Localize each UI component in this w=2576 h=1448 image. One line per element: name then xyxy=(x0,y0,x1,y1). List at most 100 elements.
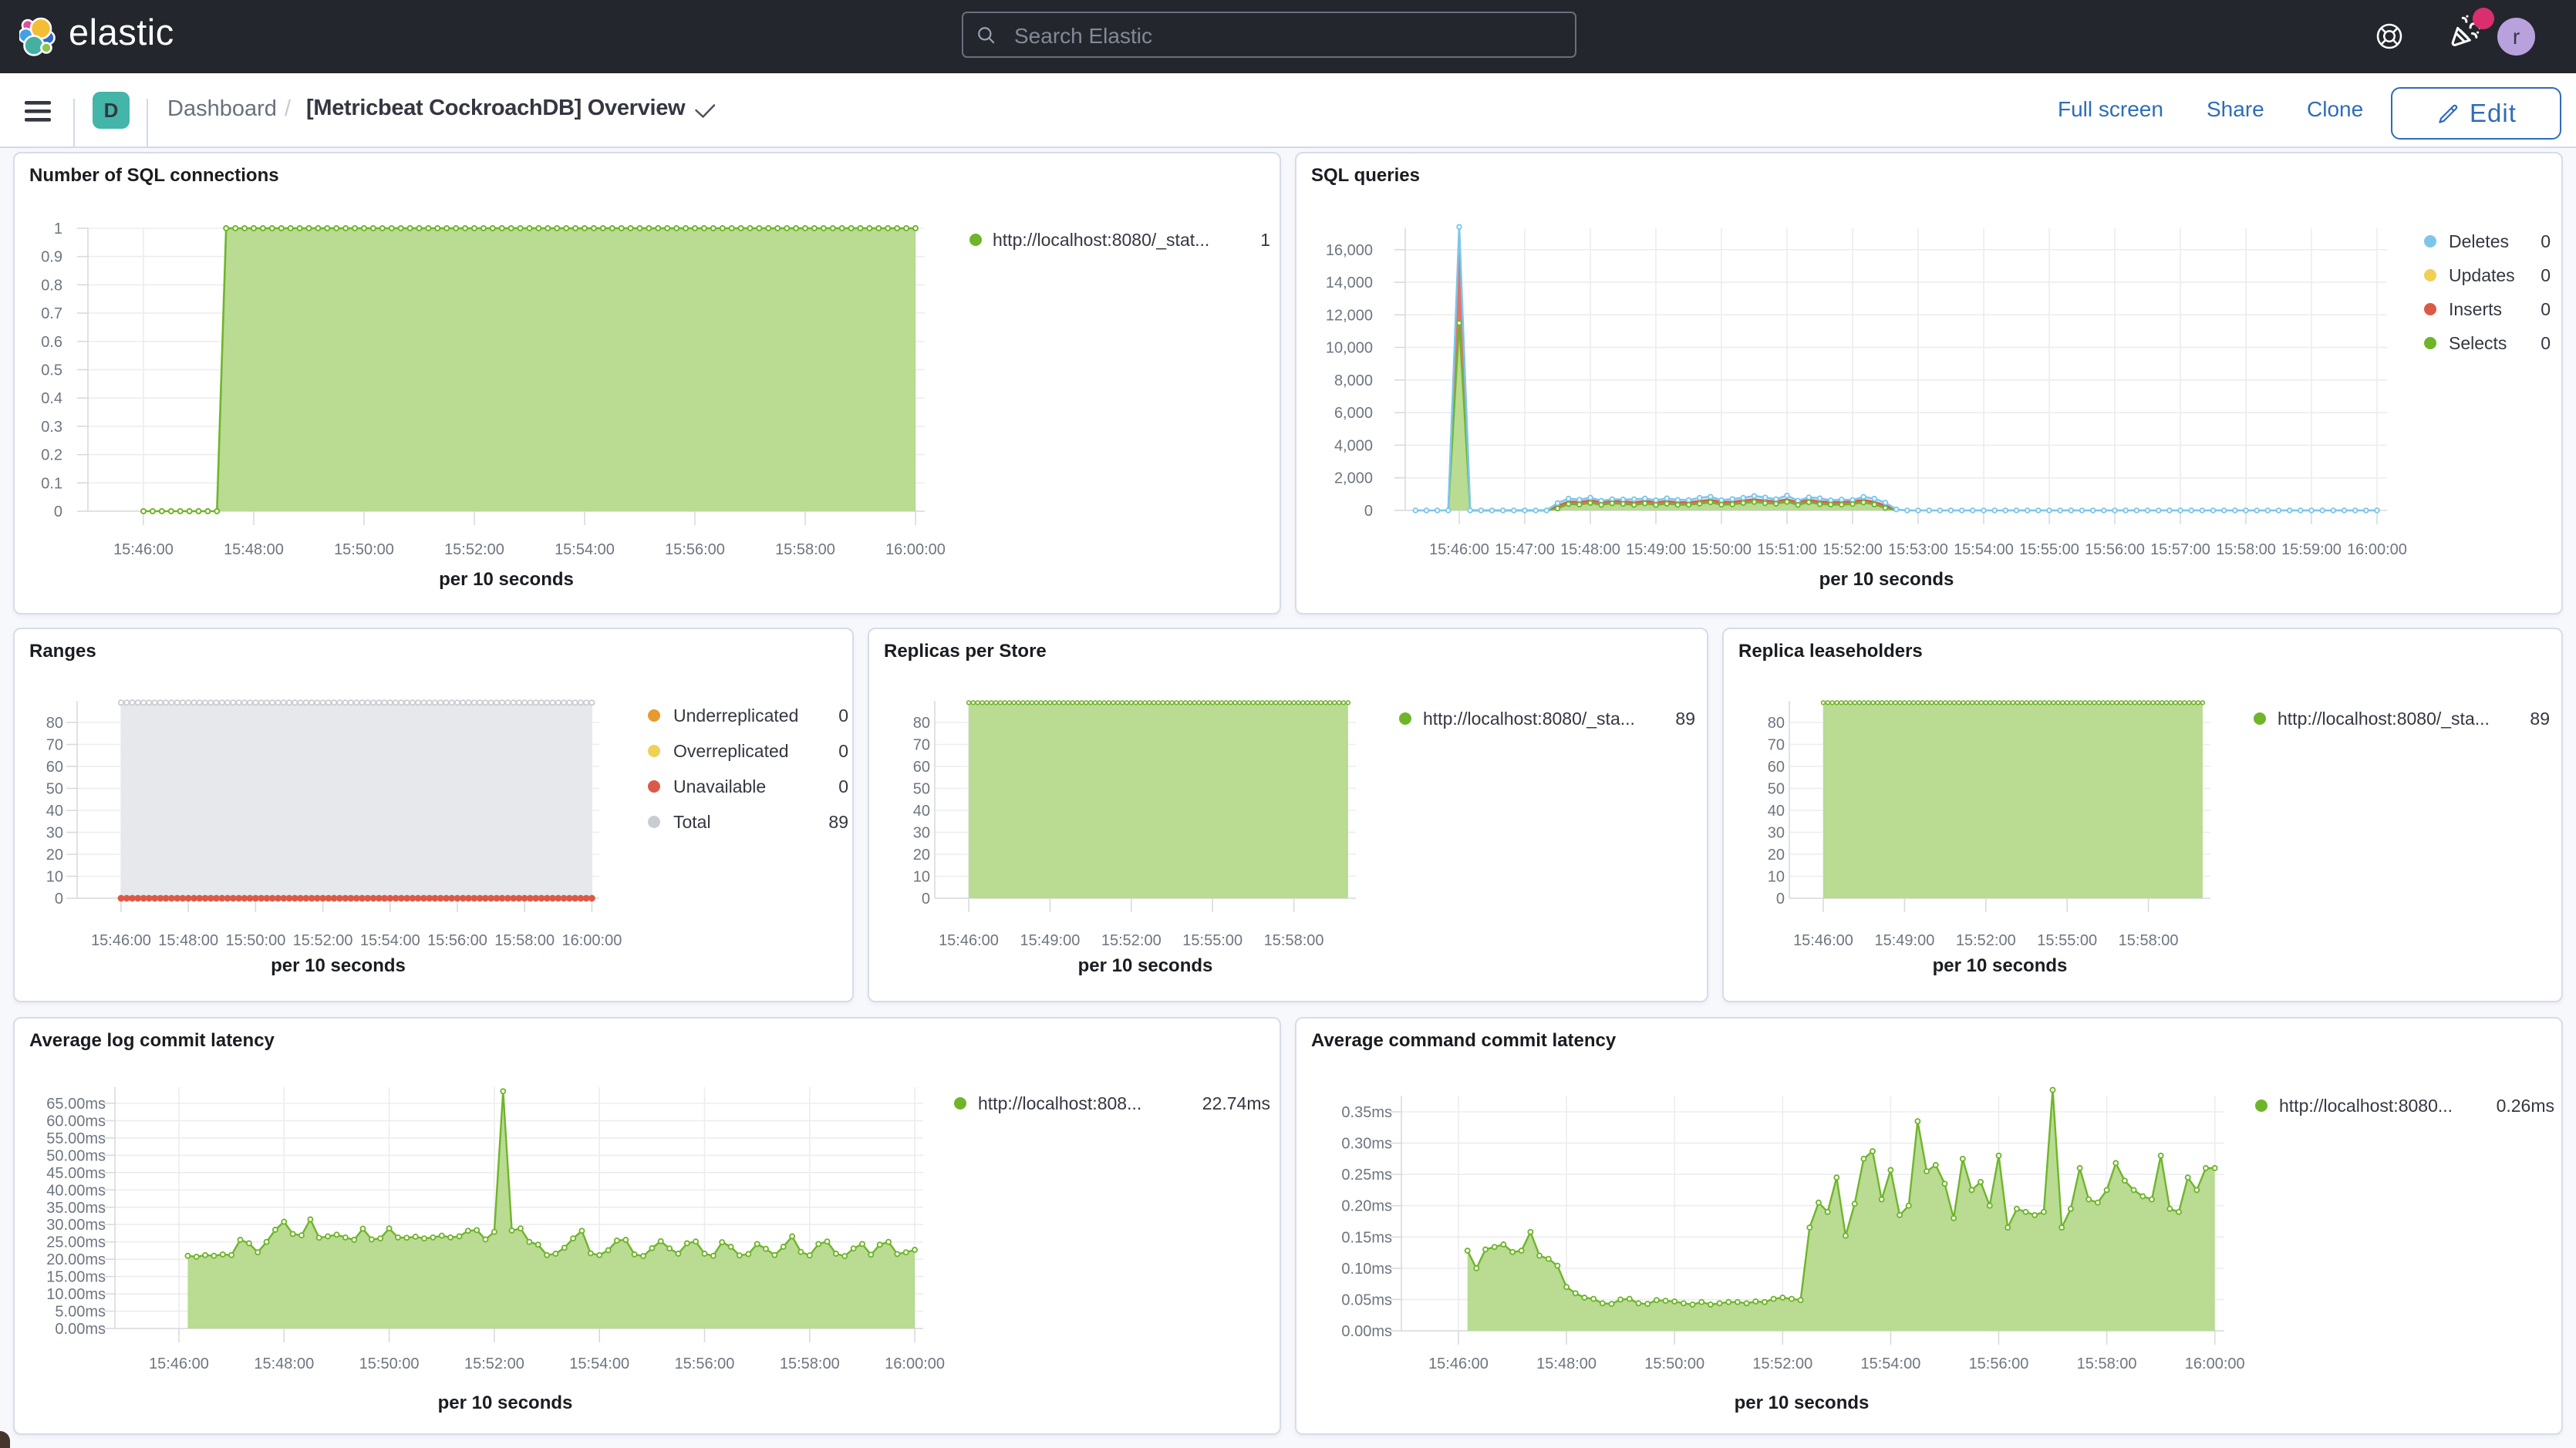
svg-text:15:56:00: 15:56:00 xyxy=(1969,1355,2029,1372)
svg-text:10: 10 xyxy=(913,869,930,886)
svg-text:15:47:00: 15:47:00 xyxy=(1495,541,1555,558)
svg-text:0.6: 0.6 xyxy=(41,334,62,351)
svg-text:80: 80 xyxy=(913,715,930,732)
svg-text:20: 20 xyxy=(913,847,930,864)
svg-text:16,000: 16,000 xyxy=(1326,242,1373,259)
svg-text:http://localhost:8080/_sta...: http://localhost:8080/_sta... xyxy=(1423,709,1635,729)
svg-text:30.00ms: 30.00ms xyxy=(46,1217,106,1234)
svg-text:15.00ms: 15.00ms xyxy=(46,1269,106,1286)
svg-text:0.30ms: 0.30ms xyxy=(1341,1136,1392,1153)
svg-text:60: 60 xyxy=(46,759,63,776)
svg-text:10: 10 xyxy=(46,869,63,886)
svg-text:15:48:00: 15:48:00 xyxy=(224,541,284,558)
svg-text:0.15ms: 0.15ms xyxy=(1341,1229,1392,1246)
svg-text:15:56:00: 15:56:00 xyxy=(675,1355,735,1372)
svg-text:30: 30 xyxy=(913,825,930,842)
svg-text:0: 0 xyxy=(922,891,930,908)
svg-text:15:53:00: 15:53:00 xyxy=(1888,541,1948,558)
svg-text:0: 0 xyxy=(2541,299,2551,319)
svg-text:0.3: 0.3 xyxy=(41,419,62,436)
svg-text:0: 0 xyxy=(838,705,848,726)
svg-text:15:58:00: 15:58:00 xyxy=(780,1355,840,1372)
svg-text:15:58:00: 15:58:00 xyxy=(494,932,555,949)
svg-text:15:58:00: 15:58:00 xyxy=(2077,1355,2137,1372)
svg-text:0: 0 xyxy=(55,891,63,908)
svg-text:40.00ms: 40.00ms xyxy=(46,1182,106,1199)
svg-text:Overreplicated: Overreplicated xyxy=(673,741,789,761)
svg-text:8,000: 8,000 xyxy=(1334,372,1373,389)
svg-text:5.00ms: 5.00ms xyxy=(55,1304,106,1321)
svg-text:15:54:00: 15:54:00 xyxy=(555,541,615,558)
svg-text:10,000: 10,000 xyxy=(1326,340,1373,357)
svg-text:35.00ms: 35.00ms xyxy=(46,1200,106,1217)
svg-text:Number of SQL connections: Number of SQL connections xyxy=(29,165,279,186)
svg-text:15:56:00: 15:56:00 xyxy=(665,541,725,558)
svg-text:per 10 seconds: per 10 seconds xyxy=(439,569,574,590)
svg-text:15:54:00: 15:54:00 xyxy=(1954,541,2014,558)
svg-text:15:55:00: 15:55:00 xyxy=(2019,541,2079,558)
svg-text:80: 80 xyxy=(46,715,63,732)
svg-text:20: 20 xyxy=(1768,847,1785,864)
svg-text:12,000: 12,000 xyxy=(1326,307,1373,324)
svg-text:Deletes: Deletes xyxy=(2449,231,2509,251)
svg-text:14,000: 14,000 xyxy=(1326,274,1373,291)
svg-text:15:51:00: 15:51:00 xyxy=(1757,541,1817,558)
svg-text:15:49:00: 15:49:00 xyxy=(1874,932,1934,949)
svg-text:15:54:00: 15:54:00 xyxy=(1860,1355,1920,1372)
svg-text:0: 0 xyxy=(838,741,848,761)
svg-text:40: 40 xyxy=(46,803,63,820)
svg-text:15:50:00: 15:50:00 xyxy=(1644,1355,1704,1372)
svg-text:Underreplicated: Underreplicated xyxy=(673,705,798,726)
svg-text:16:00:00: 16:00:00 xyxy=(2185,1355,2245,1372)
svg-text:0.00ms: 0.00ms xyxy=(1341,1323,1392,1340)
svg-text:0.35ms: 0.35ms xyxy=(1341,1104,1392,1121)
svg-text:0.9: 0.9 xyxy=(41,249,62,266)
svg-text:10: 10 xyxy=(1768,869,1785,886)
svg-text:15:54:00: 15:54:00 xyxy=(360,932,420,949)
svg-text:15:52:00: 15:52:00 xyxy=(1752,1355,1812,1372)
svg-text:Updates: Updates xyxy=(2449,265,2515,285)
svg-text:15:52:00: 15:52:00 xyxy=(293,932,353,949)
svg-text:89: 89 xyxy=(2530,709,2550,729)
svg-text:0.10ms: 0.10ms xyxy=(1341,1261,1392,1278)
svg-text:0.2: 0.2 xyxy=(41,447,62,464)
svg-text:0: 0 xyxy=(1364,503,1373,520)
svg-text:http://localhost:8080/_sta...: http://localhost:8080/_sta... xyxy=(2278,709,2490,729)
svg-text:0: 0 xyxy=(838,776,848,796)
svg-text:0.8: 0.8 xyxy=(41,277,62,294)
svg-text:15:59:00: 15:59:00 xyxy=(2281,541,2342,558)
svg-text:Selects: Selects xyxy=(2449,333,2507,353)
svg-text:15:54:00: 15:54:00 xyxy=(569,1355,629,1372)
svg-text:Unavailable: Unavailable xyxy=(673,776,766,796)
svg-text:http://localhost:8080/_stat...: http://localhost:8080/_stat... xyxy=(993,230,1209,250)
svg-text:Replica leaseholders: Replica leaseholders xyxy=(1738,641,1923,662)
svg-text:15:46:00: 15:46:00 xyxy=(1793,932,1853,949)
svg-text:per 10 seconds: per 10 seconds xyxy=(438,1392,573,1413)
svg-text:0.7: 0.7 xyxy=(41,305,62,322)
svg-text:15:49:00: 15:49:00 xyxy=(1626,541,1686,558)
svg-text:Average command commit latency: Average command commit latency xyxy=(1311,1030,1617,1051)
svg-text:89: 89 xyxy=(828,812,848,832)
svg-text:70: 70 xyxy=(913,737,930,754)
svg-text:1: 1 xyxy=(54,221,62,237)
svg-text:0: 0 xyxy=(2541,231,2551,251)
svg-text:15:58:00: 15:58:00 xyxy=(2119,932,2179,949)
svg-text:0.20ms: 0.20ms xyxy=(1341,1198,1392,1215)
svg-text:per 10 seconds: per 10 seconds xyxy=(1819,569,1954,590)
svg-text:15:48:00: 15:48:00 xyxy=(254,1355,314,1372)
svg-text:15:58:00: 15:58:00 xyxy=(1264,932,1324,949)
svg-text:60.00ms: 60.00ms xyxy=(46,1113,106,1130)
svg-text:15:52:00: 15:52:00 xyxy=(444,541,504,558)
svg-text:15:48:00: 15:48:00 xyxy=(1536,1355,1597,1372)
svg-text:22.74ms: 22.74ms xyxy=(1202,1093,1270,1113)
svg-text:15:50:00: 15:50:00 xyxy=(359,1355,420,1372)
svg-text:30: 30 xyxy=(46,825,63,842)
svg-text:45.00ms: 45.00ms xyxy=(46,1165,106,1182)
svg-text:50: 50 xyxy=(46,781,63,798)
svg-text:10.00ms: 10.00ms xyxy=(46,1286,106,1303)
svg-text:15:46:00: 15:46:00 xyxy=(939,932,999,949)
svg-text:0: 0 xyxy=(54,503,62,520)
svg-text:1: 1 xyxy=(1260,230,1270,250)
svg-text:65.00ms: 65.00ms xyxy=(46,1096,106,1113)
svg-text:60: 60 xyxy=(1768,759,1785,776)
